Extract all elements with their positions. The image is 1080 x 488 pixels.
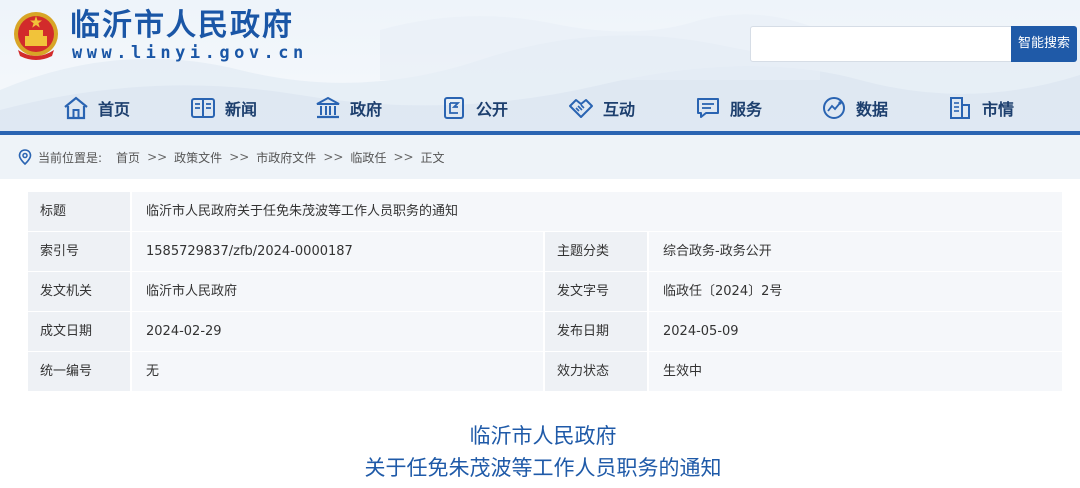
validity-status-key: 效力状态: [545, 352, 649, 391]
nav-label: 首页: [98, 100, 131, 119]
document-heading-title: 关于任免朱茂波等工作人员职务的通知: [364, 456, 722, 480]
breadcrumb: 当前位置是: 首页 >> 政策文件 >> 市政府文件 >> 临政任 >> 正文: [0, 135, 1080, 179]
nav-item-service[interactable]: 服务: [694, 88, 762, 128]
title-key: 标题: [28, 192, 132, 231]
table-row-title: 标题 临沂市人民政府关于任免朱茂波等工作人员职务的通知: [28, 192, 1062, 232]
breadcrumb-item-city-docs[interactable]: 市政府文件: [256, 149, 316, 166]
nav-label: 公开: [476, 100, 509, 119]
document-number-value: 临政任〔2024〕2号: [649, 272, 1062, 311]
breadcrumb-label: 当前位置是:: [38, 150, 103, 165]
nav-label: 数据: [856, 100, 889, 119]
issuing-authority-key: 发文机关: [28, 272, 132, 311]
topic-category-value: 综合政务-政务公开: [649, 232, 1062, 271]
nav-label: 互动: [603, 100, 636, 119]
nav-item-interaction[interactable]: 互动: [567, 88, 635, 128]
table-row: 索引号 1585729837/zfb/2024-0000187 主题分类 综合政…: [28, 232, 1062, 272]
nav-item-city-info[interactable]: 市情: [946, 88, 1014, 128]
breadcrumb-separator: >>: [393, 150, 414, 164]
main-nav: 首页 新闻 政府 公开 互动 服务 数据 市情: [0, 88, 1080, 128]
public-notice-icon: [440, 94, 468, 122]
table-row: 发文机关 临沂市人民政府 发文字号 临政任〔2024〕2号: [28, 272, 1062, 312]
site-title[interactable]: 临沂市人民政府: [70, 6, 294, 46]
breadcrumb-separator: >>: [147, 150, 168, 164]
index-number-value: 1585729837/zfb/2024-0000187: [132, 232, 545, 271]
service-chat-icon: [694, 94, 722, 122]
site-url[interactable]: www.linyi.gov.cn: [72, 42, 308, 64]
document-number-key: 发文字号: [545, 272, 649, 311]
nav-item-data[interactable]: 数据: [820, 88, 888, 128]
smart-search-button[interactable]: 智能搜索: [1011, 26, 1077, 62]
breadcrumb-separator: >>: [323, 150, 344, 164]
newspaper-icon: [189, 94, 217, 122]
data-globe-icon: [820, 94, 848, 122]
publish-date-value: 2024-05-09: [649, 312, 1062, 351]
breadcrumb-item-linzhengren[interactable]: 临政任: [350, 149, 386, 166]
issuing-authority-value: 临沂市人民政府: [132, 272, 545, 311]
document-heading-issuer: 临沂市人民政府: [469, 424, 617, 448]
nav-item-news[interactable]: 新闻: [189, 88, 257, 128]
site-header: 临沂市人民政府 www.linyi.gov.cn 智能搜索 首页 新闻 政府 公…: [0, 0, 1080, 135]
unified-number-key: 统一编号: [28, 352, 132, 391]
publish-date-key: 发布日期: [545, 312, 649, 351]
city-building-icon: [946, 94, 974, 122]
home-icon: [62, 94, 90, 122]
validity-status-value: 生效中: [649, 352, 1062, 391]
table-row: 统一编号 无 效力状态 生效中: [28, 352, 1062, 392]
written-date-key: 成文日期: [28, 312, 132, 351]
handshake-icon: [567, 94, 595, 122]
location-pin-icon: [16, 148, 34, 166]
nav-item-public[interactable]: 公开: [440, 88, 508, 128]
government-building-icon: [314, 94, 342, 122]
nav-item-home[interactable]: 首页: [62, 88, 130, 128]
breadcrumb-item-current: 正文: [420, 150, 445, 165]
unified-number-value: 无: [132, 352, 545, 391]
search-input[interactable]: [750, 26, 1012, 62]
breadcrumb-item-home[interactable]: 首页: [116, 149, 140, 166]
nav-label: 新闻: [225, 100, 258, 119]
nav-label: 市情: [982, 100, 1015, 119]
topic-category-key: 主题分类: [545, 232, 649, 271]
nav-label: 政府: [350, 100, 383, 119]
breadcrumb-item-policy-docs[interactable]: 政策文件: [174, 149, 222, 166]
nav-item-government[interactable]: 政府: [314, 88, 382, 128]
document-info-table: 标题 临沂市人民政府关于任免朱茂波等工作人员职务的通知 索引号 15857298…: [28, 192, 1062, 392]
index-number-key: 索引号: [28, 232, 132, 271]
national-emblem-icon: [14, 12, 58, 60]
title-value: 临沂市人民政府关于任免朱茂波等工作人员职务的通知: [132, 192, 1062, 231]
breadcrumb-separator: >>: [229, 150, 250, 164]
table-row: 成文日期 2024-02-29 发布日期 2024-05-09: [28, 312, 1062, 352]
nav-label: 服务: [730, 100, 763, 119]
written-date-value: 2024-02-29: [132, 312, 545, 351]
